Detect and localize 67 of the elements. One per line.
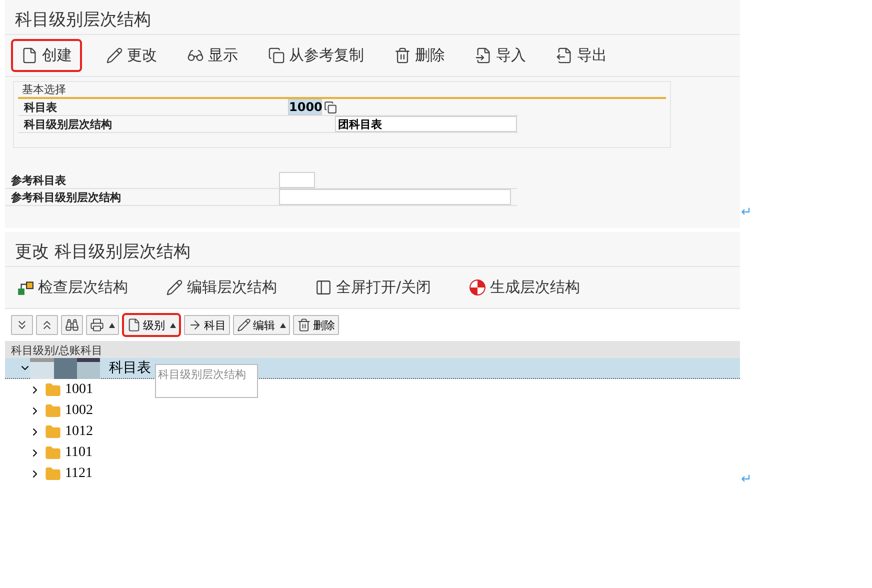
tree-label[interactable]: 1002 [65, 402, 93, 418]
panel-icon [315, 279, 332, 296]
toolbar-button[interactable]: 编辑 [233, 315, 290, 335]
toolbar-button[interactable]: 从参考复制 [262, 39, 370, 72]
document-icon [21, 47, 38, 64]
description-field: 团科目表 [335, 116, 517, 132]
toolbar-button[interactable]: 删除 [293, 315, 339, 335]
toolbar-button[interactable] [11, 315, 33, 335]
folder-icon [45, 382, 61, 398]
column-header: 科目级别/总账科目 [5, 341, 740, 358]
trash-icon [297, 318, 311, 332]
caret-icon [280, 322, 286, 328]
toolbar-button[interactable]: 级别 [122, 313, 181, 337]
arrow-right-icon [188, 318, 202, 332]
input-field[interactable] [279, 172, 315, 188]
import-icon [475, 47, 492, 64]
export-icon [556, 47, 573, 64]
tree-label[interactable]: 1001 [65, 382, 93, 398]
paragraph-mark: ↵ [741, 472, 752, 487]
toolbar-button[interactable]: 检查层次结构 [11, 271, 134, 304]
toolbar-button[interactable]: 更改 [100, 39, 163, 72]
folder-icon [45, 402, 61, 418]
group-title: 基本选择 [18, 82, 666, 99]
caret-icon [109, 322, 115, 328]
mosaic-drawing [30, 358, 100, 379]
glasses-icon [187, 47, 204, 64]
input-field[interactable] [279, 189, 511, 205]
tree-label[interactable]: 1101 [65, 444, 92, 460]
toolbar-button[interactable] [61, 315, 83, 335]
toolbar-button[interactable]: 创建 [11, 39, 82, 72]
pencil-icon [166, 279, 183, 296]
tree-label[interactable]: 1012 [65, 424, 93, 440]
toolbar-button[interactable] [86, 315, 119, 335]
target-icon [469, 279, 486, 296]
paragraph-mark: ↵ [741, 205, 752, 220]
toolbar-button[interactable]: 全屏打开/关闭 [309, 271, 438, 304]
field-label: 参考科目级别层次结构 [10, 190, 122, 204]
field-label: 参考科目表 [10, 172, 67, 188]
caret-icon [170, 322, 176, 328]
input-field[interactable]: 1000 [288, 99, 322, 115]
pencil-icon [237, 318, 251, 332]
binoculars-icon [65, 318, 79, 332]
toolbar-button[interactable]: 编辑层次结构 [160, 271, 283, 304]
folder-icon [45, 444, 61, 460]
tooltip: 科目级别层次结构 [155, 364, 258, 398]
toolbar-button[interactable]: 导入 [469, 39, 532, 72]
toolbar-button[interactable]: 科目 [184, 315, 230, 335]
pencil-icon [106, 47, 123, 64]
toolbar-button[interactable] [36, 315, 58, 335]
field-label: 科目级别层次结构 [22, 116, 113, 132]
folder-icon [45, 466, 61, 482]
toolbar-button[interactable]: 显示 [181, 39, 244, 72]
copy-icon[interactable] [324, 100, 337, 114]
toolbar-button[interactable]: 生成层次结构 [463, 271, 586, 304]
trash-icon [394, 47, 411, 64]
folder-icon [45, 424, 61, 440]
screen-title: 更改 科目级别层次结构 [5, 232, 740, 267]
copy-icon [268, 47, 285, 64]
toolbar-button[interactable]: 删除 [388, 39, 451, 72]
tree-label: 科目表 [109, 360, 151, 377]
field-label: 科目表 [22, 100, 58, 114]
screen-title: 科目级别层次结构 [5, 0, 740, 35]
toolbar-button[interactable]: 导出 [550, 39, 613, 72]
tree-label[interactable]: 1121 [65, 466, 92, 482]
hierarchy-icon [17, 279, 34, 296]
printer-icon [90, 318, 104, 332]
document-icon [127, 318, 141, 332]
